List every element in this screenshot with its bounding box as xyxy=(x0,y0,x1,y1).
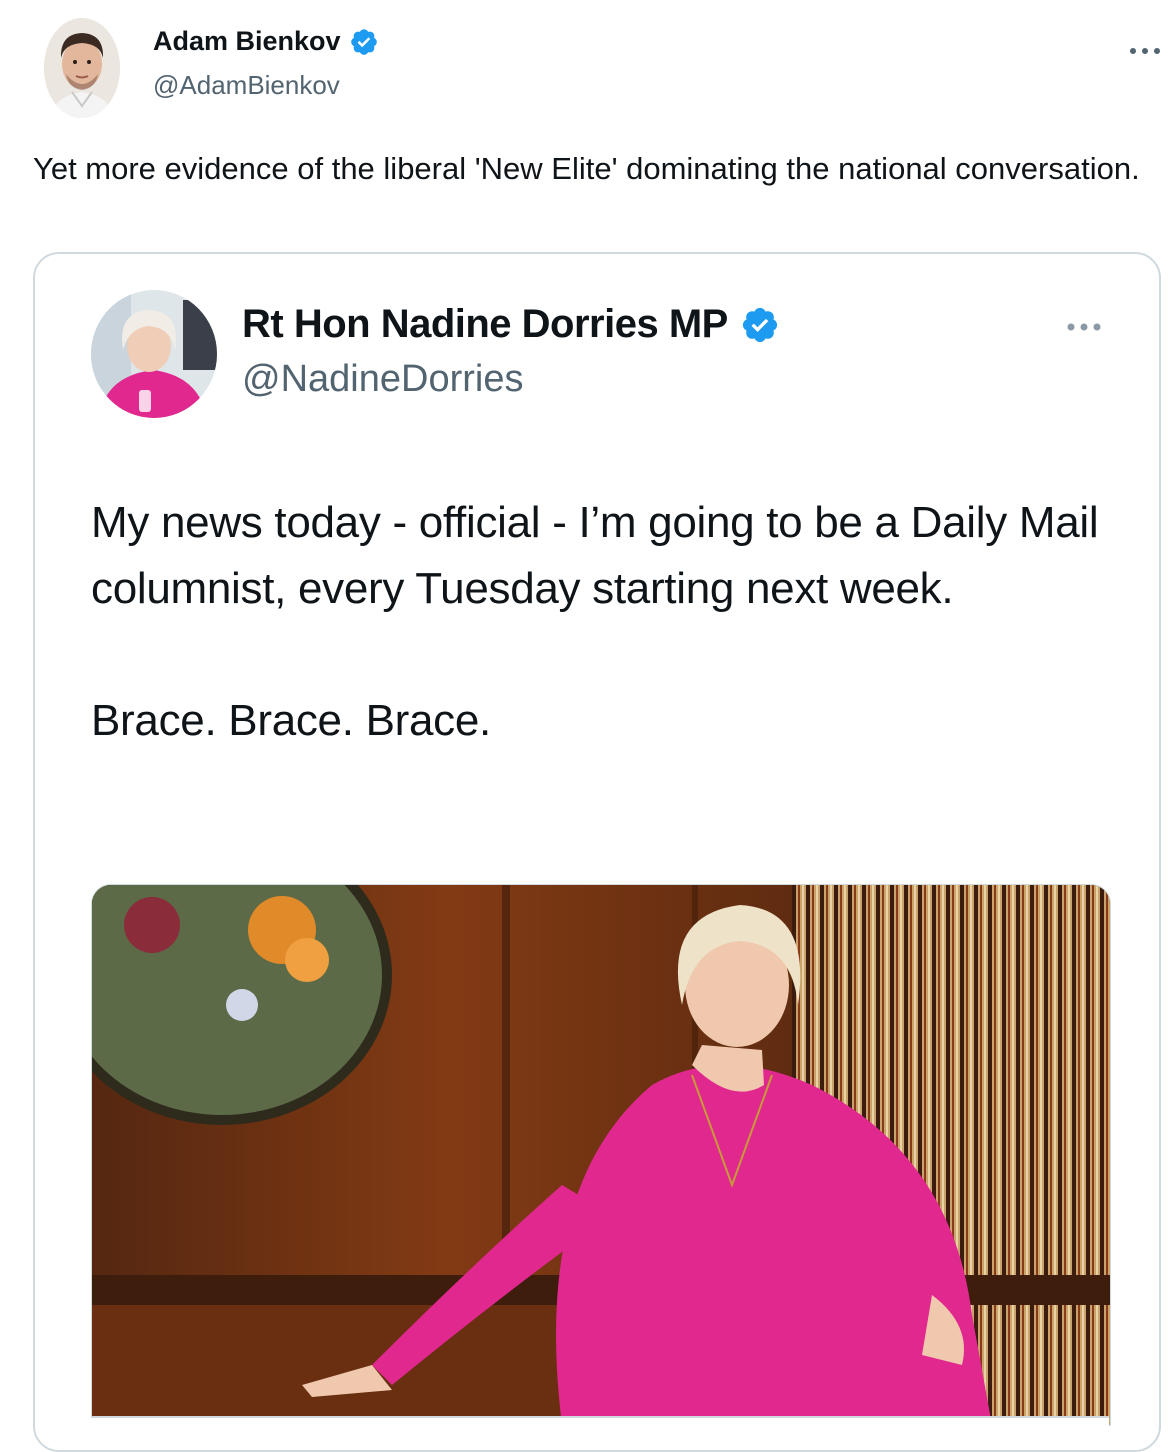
quoted-tweet-paragraph: Brace. Brace. Brace. xyxy=(91,696,491,745)
quoted-author-avatar[interactable] xyxy=(91,290,217,418)
author-avatar[interactable] xyxy=(44,18,120,118)
quoted-tweet-photo[interactable] xyxy=(91,884,1111,1426)
quoted-tweet-paragraph: My news today - official - I’m going to … xyxy=(91,498,1099,613)
quoted-author-name[interactable]: Rt Hon Nadine Dorries MP xyxy=(242,302,780,347)
quoted-tweet-text: My news today - official - I’m going to … xyxy=(91,490,1101,754)
more-horizontal-icon[interactable] xyxy=(1128,34,1162,60)
author-name-text: Adam Bienkov xyxy=(153,26,341,56)
tweet-text: Yet more evidence of the liberal 'New El… xyxy=(33,151,1140,186)
more-horizontal-icon[interactable] xyxy=(1065,310,1103,336)
quoted-author-handle[interactable]: @NadineDorries xyxy=(242,358,523,401)
photo-caption-strip xyxy=(91,1416,1109,1450)
verified-badge-icon xyxy=(349,27,379,57)
quoted-tweet-card[interactable]: Rt Hon Nadine Dorries MP @NadineDorries … xyxy=(33,252,1161,1452)
author-handle[interactable]: @AdamBienkov xyxy=(153,70,340,101)
author-name[interactable]: Adam Bienkov xyxy=(153,26,379,57)
verified-badge-icon xyxy=(740,305,780,345)
quoted-author-name-text: Rt Hon Nadine Dorries MP xyxy=(242,302,728,346)
